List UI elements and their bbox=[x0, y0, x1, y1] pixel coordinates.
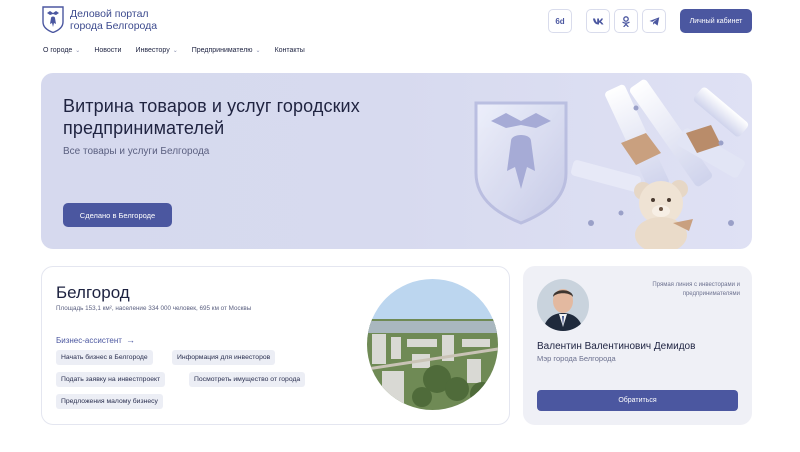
banner-title-line-2: предпринимателей bbox=[63, 118, 225, 138]
chip-start-business[interactable]: Начать бизнес в Белгороде bbox=[56, 350, 153, 365]
nav-item-entrepreneur[interactable]: Предпринимателю ⌄ bbox=[192, 47, 261, 54]
site-header: Деловой портал города Белгорода 6d Личны… bbox=[0, 0, 800, 40]
nav-item-news[interactable]: Новости bbox=[94, 47, 121, 54]
plastic-profiles-icon bbox=[571, 79, 749, 192]
city-title: Белгород bbox=[56, 283, 130, 302]
ok-icon bbox=[622, 15, 630, 27]
main-navigation: О городе ⌄ Новости Инвестору ⌄ Предприни… bbox=[43, 47, 305, 54]
city-info-card: Белгород Площадь 153,1 км², население 33… bbox=[41, 266, 510, 425]
nav-label: Новости bbox=[94, 47, 122, 54]
accessibility-button[interactable]: 6d bbox=[548, 9, 572, 33]
city-description: Площадь 153,1 км², население 334 000 чел… bbox=[56, 305, 252, 312]
nav-label: О городе bbox=[43, 47, 73, 54]
nav-label: Предпринимателю bbox=[191, 47, 253, 54]
chip-submit-project[interactable]: Подать заявку на инвестпроект bbox=[56, 372, 166, 387]
brand-line-2: города Белгорода bbox=[70, 20, 158, 32]
glass-coat-of-arms-icon bbox=[474, 101, 568, 225]
mayor-card: Прямая линия с инвесторами и предпринима… bbox=[523, 266, 752, 425]
banner-illustration bbox=[474, 79, 749, 249]
portal-name[interactable]: Деловой портал города Белгорода bbox=[70, 8, 157, 32]
personal-cabinet-button[interactable]: Личный кабинет bbox=[680, 9, 752, 33]
nav-item-about-city[interactable]: О городе ⌄ bbox=[43, 47, 80, 54]
glasses-icon: 6d bbox=[555, 16, 565, 26]
vk-icon bbox=[592, 18, 603, 24]
chevron-down-icon: ⌄ bbox=[255, 48, 261, 54]
banner-title: Витрина товаров и услуг городских предпр… bbox=[63, 95, 360, 139]
vk-button[interactable] bbox=[586, 9, 610, 33]
assistant-label: Бизнес-ассистент bbox=[56, 335, 122, 345]
ok-button[interactable] bbox=[614, 9, 638, 33]
mayor-name: Валентин Валентинович Демидов bbox=[537, 341, 696, 352]
city-coat-of-arms-logo[interactable] bbox=[42, 6, 64, 34]
chip-investor-info[interactable]: Информация для инвесторов bbox=[172, 350, 276, 365]
chevron-down-icon: ⌄ bbox=[75, 48, 81, 54]
contact-mayor-button[interactable]: Обратиться bbox=[537, 390, 738, 411]
nav-item-contacts[interactable]: Контакты bbox=[275, 47, 305, 54]
chip-view-property[interactable]: Посмотреть имущество от города bbox=[189, 372, 306, 387]
made-in-belgorod-button[interactable]: Сделано в Белгороде bbox=[63, 203, 172, 227]
telegram-icon bbox=[649, 16, 659, 26]
city-aerial-photo bbox=[367, 279, 498, 410]
brand-line-1: Деловой портал bbox=[70, 8, 149, 20]
telegram-button[interactable] bbox=[642, 9, 666, 33]
chevron-down-icon: ⌄ bbox=[172, 48, 178, 54]
teddy-bear-icon bbox=[634, 180, 693, 249]
mayor-role: Мэр города Белгорода bbox=[537, 354, 616, 363]
arrow-right-icon: → bbox=[125, 335, 135, 345]
mayor-avatar bbox=[537, 279, 589, 331]
business-assistant-link[interactable]: Бизнес-ассистент → bbox=[56, 335, 135, 345]
banner-title-line-1: Витрина товаров и услуг городских bbox=[63, 96, 360, 116]
nav-label: Контакты bbox=[274, 47, 305, 54]
direct-line-note: Прямая линия с инвесторами и предпринима… bbox=[652, 282, 740, 297]
showcase-banner: Витрина товаров и услуг городских предпр… bbox=[41, 73, 752, 249]
nav-label: Инвестору bbox=[135, 47, 170, 54]
chip-small-business-offers[interactable]: Предложения малому бизнесу bbox=[56, 394, 163, 409]
nav-item-investor[interactable]: Инвестору ⌄ bbox=[135, 47, 177, 54]
banner-subtitle: Все товары и услуги Белгорода bbox=[63, 146, 210, 157]
